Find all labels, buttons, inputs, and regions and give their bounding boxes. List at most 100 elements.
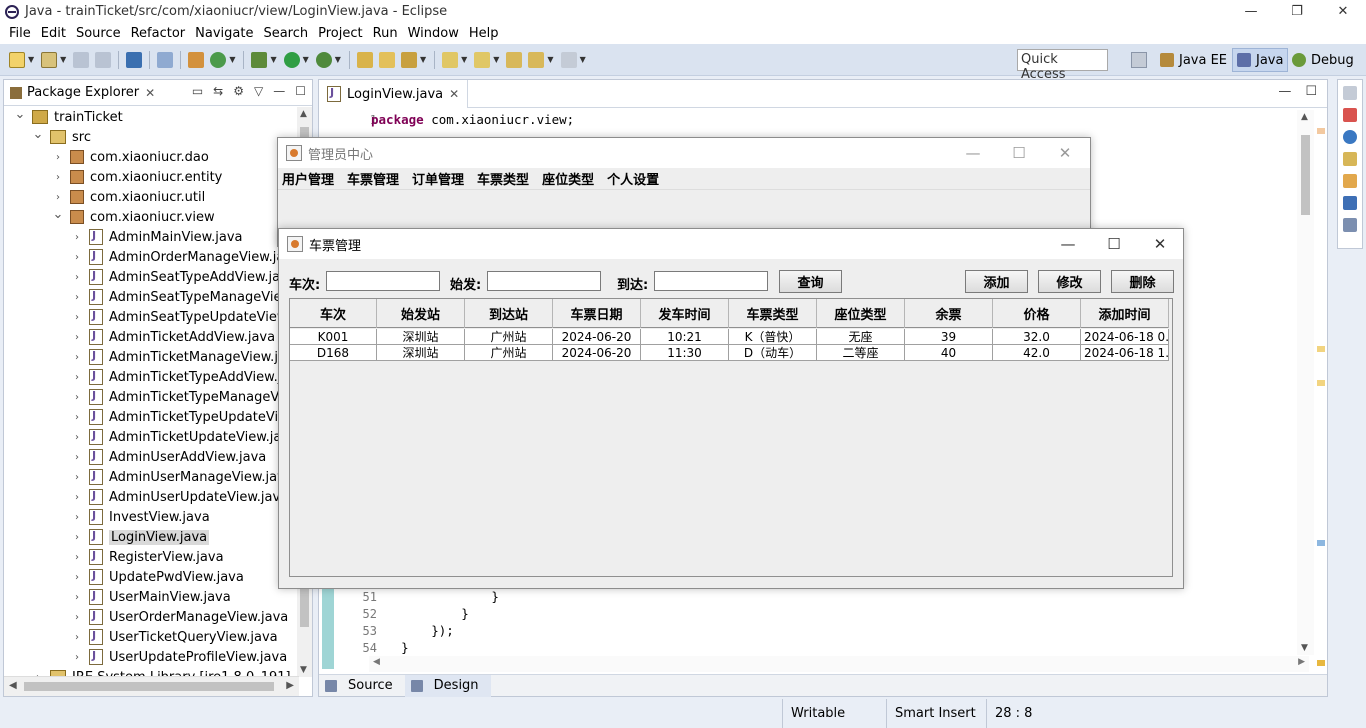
collapse-all-icon[interactable]: ▭ xyxy=(192,84,203,98)
chevron-right-icon[interactable]: › xyxy=(71,272,83,283)
close-icon[interactable]: ✕ xyxy=(1320,0,1366,23)
code-line[interactable]: }); xyxy=(371,623,454,638)
chevron-down-icon[interactable]: ▼ xyxy=(303,55,309,64)
build-icon[interactable] xyxy=(188,51,205,68)
code-line[interactable]: } xyxy=(371,640,409,655)
chevron-down-icon[interactable]: ⌄ xyxy=(32,127,44,142)
chevron-right-icon[interactable]: › xyxy=(71,252,83,263)
code-line[interactable]: } xyxy=(371,589,499,604)
chevron-right-icon[interactable]: › xyxy=(71,372,83,383)
minimize-icon[interactable]: — xyxy=(1045,229,1091,259)
vertical-scrollbar[interactable]: ▲ ▼ xyxy=(1297,110,1314,655)
new-package-icon[interactable] xyxy=(41,51,58,68)
chevron-right-icon[interactable]: › xyxy=(71,332,83,343)
menu-search[interactable]: Search xyxy=(258,26,313,41)
tree-item-java-file[interactable]: › AdminTicketManageView.java xyxy=(71,347,299,367)
search-icon[interactable] xyxy=(1343,174,1357,188)
maximize-icon[interactable]: ☐ xyxy=(1091,229,1137,259)
menu-project[interactable]: Project xyxy=(313,26,367,41)
tree-item-java-file[interactable]: › UpdatePwdView.java xyxy=(71,567,244,587)
chevron-right-icon[interactable]: › xyxy=(71,592,83,603)
menu-refactor[interactable]: Refactor xyxy=(126,26,191,41)
perspective-java-ee[interactable]: Java EE xyxy=(1156,48,1231,72)
tree-item-java-file[interactable]: › UserOrderManageView.java xyxy=(71,607,288,627)
tab-source[interactable]: Source xyxy=(319,675,405,697)
chevron-right-icon[interactable]: › xyxy=(71,612,83,623)
code-line[interactable]: package com.xiaoniucr.view; xyxy=(371,112,574,127)
menu-file[interactable]: File xyxy=(4,26,36,41)
table-row[interactable]: K001 深圳站 广州站 2024-06-20 10:21 K（普快） 无座 39 32.0 20… xyxy=(290,329,1169,345)
tree-item-package[interactable]: ⌄ com.xiaoniucr.view xyxy=(52,207,215,227)
chevron-right-icon[interactable]: › xyxy=(71,232,83,243)
next-annotation-icon[interactable] xyxy=(442,51,459,68)
chevron-right-icon[interactable]: › xyxy=(71,312,83,323)
last-edit-icon[interactable] xyxy=(506,51,523,68)
chevron-right-icon[interactable]: › xyxy=(71,352,83,363)
terminal-icon[interactable] xyxy=(126,51,143,68)
tree-item-java-file[interactable]: › AdminTicketAddView.java xyxy=(71,327,275,347)
close-icon[interactable]: ✕ xyxy=(1042,138,1088,168)
chevron-right-icon[interactable]: › xyxy=(71,552,83,563)
quick-access-input[interactable]: Quick Access xyxy=(1017,49,1108,82)
problems-icon[interactable] xyxy=(1343,108,1357,122)
column-header[interactable]: 余票 xyxy=(905,299,993,328)
chevron-down-icon[interactable]: ▼ xyxy=(60,55,66,64)
link-editor-icon[interactable]: ⇆ xyxy=(213,84,223,98)
edit-button[interactable]: 修改 xyxy=(1038,270,1101,293)
column-header[interactable]: 发车时间 xyxy=(641,299,729,328)
tree-item-project[interactable]: ⌄ trainTicket xyxy=(14,107,123,127)
menu-run[interactable]: Run xyxy=(368,26,403,41)
tree-item-src[interactable]: ⌄ src xyxy=(32,127,91,147)
chevron-right-icon[interactable]: › xyxy=(71,412,83,423)
menu-personal-settings[interactable]: 个人设置 xyxy=(607,169,659,188)
prev-annotation-icon[interactable] xyxy=(474,51,491,68)
arrival-input[interactable] xyxy=(654,271,768,291)
overview-ruler[interactable] xyxy=(1317,110,1325,670)
tree-item-package[interactable]: › com.xiaoniucr.dao xyxy=(52,147,209,167)
tree-item-java-file[interactable]: › AdminSeatTypeAddView.java xyxy=(71,267,296,287)
column-header[interactable]: 车票类型 xyxy=(729,299,817,328)
tree-item-java-file[interactable]: › AdminUserManageView.java xyxy=(71,467,293,487)
chevron-right-icon[interactable]: › xyxy=(52,152,64,163)
run-icon[interactable] xyxy=(283,51,300,68)
back-icon[interactable] xyxy=(528,51,545,68)
chevron-down-icon[interactable]: ▼ xyxy=(461,55,467,64)
tree-item-package[interactable]: › com.xiaoniucr.entity xyxy=(52,167,222,187)
tree-item-java-file[interactable]: › RegisterView.java xyxy=(71,547,224,567)
open-type-icon[interactable] xyxy=(356,51,373,68)
close-icon[interactable]: ✕ xyxy=(1137,229,1183,259)
horizontal-scrollbar[interactable]: ◀ ▶ xyxy=(369,656,1309,672)
tab-loginview-java[interactable]: LoginView.java ✕ xyxy=(319,80,469,108)
run-coverage-icon[interactable] xyxy=(315,51,332,68)
tree-item-java-file[interactable]: › AdminTicketTypeUpdateView. xyxy=(71,407,299,427)
save-all-icon[interactable] xyxy=(95,51,112,68)
menu-order-manage[interactable]: 订单管理 xyxy=(412,169,464,188)
tree-item-java-file[interactable]: › UserMainView.java xyxy=(71,587,231,607)
chevron-right-icon[interactable]: › xyxy=(52,172,64,183)
chevron-down-icon[interactable]: ▼ xyxy=(335,55,341,64)
menu-edit[interactable]: Edit xyxy=(36,26,71,41)
column-header[interactable]: 价格 xyxy=(993,299,1081,328)
chevron-right-icon[interactable]: › xyxy=(71,532,83,543)
progress-icon[interactable] xyxy=(1343,218,1357,232)
search-icon[interactable] xyxy=(400,51,417,68)
chevron-right-icon[interactable]: › xyxy=(71,292,83,303)
declaration-icon[interactable] xyxy=(1343,152,1357,166)
menu-ticket-manage[interactable]: 车票管理 xyxy=(347,169,399,188)
open-perspective-icon[interactable] xyxy=(1131,52,1147,68)
horizontal-scrollbar[interactable]: ◀ ▶ xyxy=(4,676,299,696)
column-header[interactable]: 座位类型 xyxy=(817,299,905,328)
minimize-icon[interactable]: — xyxy=(273,84,285,98)
tree-item-java-file[interactable]: › AdminUserUpdateView.java xyxy=(71,487,288,507)
perspective-java[interactable]: Java xyxy=(1232,48,1289,72)
tree-item-java-file[interactable]: › LoginView.java xyxy=(71,527,210,547)
chevron-down-icon[interactable]: ⌄ xyxy=(14,107,26,122)
chevron-right-icon[interactable]: › xyxy=(71,432,83,443)
minimize-icon[interactable]: — xyxy=(950,138,996,168)
chevron-right-icon[interactable]: › xyxy=(71,472,83,483)
refresh-icon[interactable] xyxy=(210,51,227,68)
chevron-right-icon[interactable]: › xyxy=(71,632,83,643)
maximize-icon[interactable]: ☐ xyxy=(295,84,306,98)
restore-icon[interactable]: ❐ xyxy=(1274,0,1320,23)
delete-button[interactable]: 删除 xyxy=(1111,270,1174,293)
